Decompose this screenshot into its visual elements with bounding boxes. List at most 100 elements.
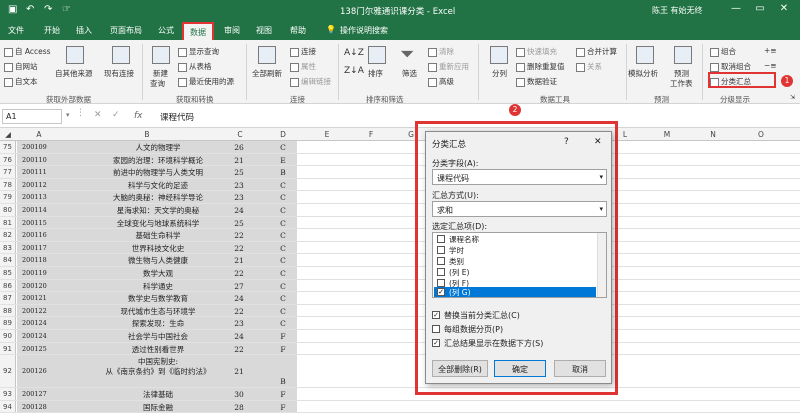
column-header-e[interactable]: E: [320, 130, 334, 139]
tab-review[interactable]: 审阅: [224, 25, 240, 36]
row-number[interactable]: 88: [0, 304, 16, 317]
checkbox[interactable]: [432, 325, 440, 333]
dialog-launcher-icon[interactable]: ⇲: [790, 94, 795, 101]
table-row[interactable]: 75 200109 人文的物理学 26 C: [0, 141, 800, 154]
from-web-button[interactable]: 自网站: [4, 61, 38, 72]
row-number[interactable]: 77: [0, 166, 16, 178]
checkbox[interactable]: [437, 268, 445, 276]
list-scrollbar[interactable]: [597, 233, 606, 297]
row-number[interactable]: 83: [0, 241, 16, 254]
table-row[interactable]: 83 200117 世界科技文化史 22 C: [0, 241, 800, 255]
column-header-l[interactable]: L: [618, 130, 632, 139]
filter-button[interactable]: 筛选: [402, 68, 417, 79]
advanced-filter-button[interactable]: 高级: [428, 76, 454, 87]
table-row[interactable]: 93 200127 法律基础 30 F: [0, 388, 800, 401]
tab-file[interactable]: 文件: [8, 25, 24, 36]
from-table-button[interactable]: 从表格: [178, 61, 212, 72]
tab-data[interactable]: 数据: [182, 22, 214, 40]
column-header-b[interactable]: B: [62, 130, 232, 139]
page-break-option[interactable]: 每组数据分页(P): [432, 324, 503, 335]
restore-button[interactable]: ▭: [750, 3, 770, 14]
column-header-o[interactable]: O: [754, 130, 768, 139]
table-row[interactable]: 76 200110 家园的治理：环境科学概论 21 E: [0, 153, 800, 167]
checkbox-checked[interactable]: ✓: [432, 311, 440, 319]
text-to-columns-button[interactable]: 分列: [492, 68, 507, 79]
row-number[interactable]: 80: [0, 204, 16, 216]
cancel-button[interactable]: 取消: [554, 360, 606, 377]
select-all-corner[interactable]: ◢: [0, 130, 16, 139]
row-number[interactable]: 87: [0, 292, 16, 304]
flash-fill-button[interactable]: 快速填充: [516, 46, 557, 57]
undo-icon[interactable]: ↶: [26, 4, 34, 15]
row-number[interactable]: 76: [0, 153, 16, 166]
tab-formulas[interactable]: 公式: [158, 25, 174, 36]
existing-connections-button[interactable]: 现有连接: [104, 68, 134, 79]
table-row[interactable]: 92 200126 中国宪制史: 从《南京条约》到《临时约法》 21 B: [0, 355, 800, 389]
table-row[interactable]: 90 200124 社会学与中国社会 24 F: [0, 330, 800, 343]
row-number[interactable]: 85: [0, 267, 16, 279]
formula-input[interactable]: 课程代码: [160, 111, 194, 123]
close-window-button[interactable]: ✕: [774, 3, 794, 14]
tab-home[interactable]: 开始: [44, 25, 60, 36]
worksheet-grid[interactable]: 75 200109 人文的物理学 26 C 76 200110 家园的治理：环境科学概论 21…: [0, 141, 800, 415]
properties-button[interactable]: 属性: [290, 61, 316, 72]
summary-below-option[interactable]: ✓ 汇总结果显示在数据下方(S): [432, 338, 543, 349]
table-row[interactable]: 94 200128 国际金融 28 F: [0, 400, 800, 414]
row-number[interactable]: 90: [0, 330, 16, 342]
group-button[interactable]: 组合: [710, 46, 736, 57]
table-row[interactable]: 80 200114 星海求知：天文学的奥秘 24 C: [0, 204, 800, 217]
column-header-c[interactable]: C: [233, 130, 247, 139]
field-select[interactable]: 课程代码 ▾: [432, 169, 607, 185]
row-number[interactable]: 81: [0, 216, 16, 229]
function-select[interactable]: 求和 ▾: [432, 201, 607, 217]
checkbox[interactable]: [437, 279, 445, 287]
checkbox[interactable]: [437, 257, 445, 265]
from-access-button[interactable]: 自 Access: [4, 46, 51, 57]
name-box[interactable]: A1: [2, 109, 62, 124]
row-number[interactable]: 89: [0, 317, 16, 329]
what-if-button[interactable]: 模拟分析: [628, 68, 658, 79]
table-row[interactable]: 78 200112 科学与文化的足迹 23 C: [0, 178, 800, 192]
tab-page-layout[interactable]: 页面布局: [110, 25, 142, 36]
confirm-entry-icon[interactable]: ✓: [112, 110, 120, 120]
list-item[interactable]: 学时: [437, 245, 597, 256]
tab-view[interactable]: 视图: [256, 25, 272, 36]
ungroup-button[interactable]: 取消组合: [710, 61, 751, 72]
row-number[interactable]: 79: [0, 191, 16, 203]
redo-icon[interactable]: ↷: [44, 4, 52, 15]
row-number[interactable]: 86: [0, 279, 16, 292]
data-validation-button[interactable]: 数据验证: [516, 76, 557, 87]
sort-za-icon[interactable]: Z↓A: [344, 66, 364, 76]
relationships-button[interactable]: 关系: [576, 61, 602, 72]
table-row[interactable]: 82 200116 基础生命科学 22 C: [0, 229, 800, 242]
list-item-selected[interactable]: ✓ (列 G): [434, 287, 596, 297]
sort-az-icon[interactable]: A↓Z: [344, 48, 364, 58]
clear-button[interactable]: 清除: [428, 46, 454, 57]
edit-links-button[interactable]: 编辑链接: [290, 76, 331, 87]
show-queries-button[interactable]: 显示查询: [178, 46, 219, 57]
other-sources-button[interactable]: 自其他来源: [55, 68, 93, 79]
show-detail-icon[interactable]: +≡: [764, 46, 777, 55]
remove-all-button[interactable]: 全部删除(R): [432, 360, 488, 377]
column-header-a[interactable]: A: [17, 130, 61, 139]
minimize-button[interactable]: —: [726, 3, 746, 14]
checkbox-checked[interactable]: ✓: [432, 339, 440, 347]
sort-button[interactable]: 排序: [368, 68, 383, 79]
replace-current-option[interactable]: ✓ 替换当前分类汇总(C): [432, 310, 520, 321]
column-header-m[interactable]: M: [660, 130, 674, 139]
cancel-entry-icon[interactable]: ✕: [94, 110, 102, 120]
help-button[interactable]: ?: [564, 137, 569, 147]
table-row[interactable]: 88 200122 现代城市生态与环境学 22 C: [0, 304, 800, 318]
checkbox[interactable]: [437, 246, 445, 254]
list-item[interactable]: 课程名称: [437, 234, 597, 245]
table-row[interactable]: 77 200111 前进中的物理学与人类文明 25 B: [0, 166, 800, 179]
hide-detail-icon[interactable]: −≡: [764, 61, 777, 70]
connections-button[interactable]: 连接: [290, 46, 316, 57]
recent-sources-button[interactable]: 最近使用的源: [178, 76, 234, 87]
touch-mode-icon[interactable]: ☞: [62, 4, 71, 15]
ok-button[interactable]: 确定: [494, 360, 546, 377]
row-number[interactable]: 94: [0, 400, 16, 413]
table-row[interactable]: 81 200115 全球变化与地球系统科学 25 C: [0, 216, 800, 230]
from-text-button[interactable]: 自文本: [4, 76, 38, 87]
summary-items-list[interactable]: 课程名称 学时 类别 (列 E) (列 F) ✓ (列 G): [432, 232, 607, 298]
